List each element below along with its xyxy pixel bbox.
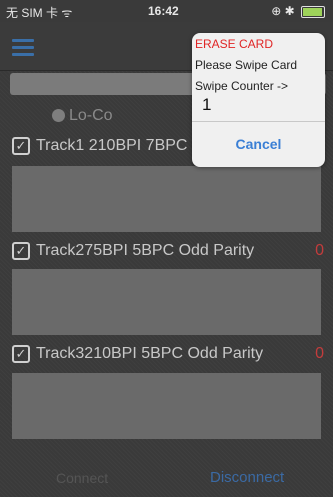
lo-co-radio[interactable]: Lo-Co: [52, 107, 113, 125]
cancel-button[interactable]: Cancel: [192, 122, 325, 167]
track1-label: Track1 210BPI 7BPC: [36, 137, 188, 155]
carrier-label: 无 SIM 卡 ᯤ: [6, 6, 73, 20]
lo-co-label: Lo-Co: [69, 107, 113, 124]
status-right-text: ⊕ ✱: [271, 4, 295, 18]
battery-icon: [301, 5, 325, 18]
checkbox-checked-icon: ✓: [12, 345, 30, 363]
status-icons: ⊕ ✱: [271, 4, 325, 18]
disconnect-button[interactable]: Disconnect: [210, 469, 284, 486]
track3-label: Track3210BPI 5BPC Odd Parity: [36, 345, 264, 363]
track2-count: 0: [315, 242, 324, 259]
hamburger-menu-icon[interactable]: [12, 39, 34, 56]
checkbox-checked-icon: ✓: [12, 242, 30, 260]
swipe-counter-label: Swipe Counter ->: [195, 79, 289, 93]
track2-data-field[interactable]: [12, 269, 321, 335]
track2-checkbox-row[interactable]: ✓ Track275BPI 5BPC Odd Parity: [12, 242, 254, 260]
dialog-message: Please Swipe Card: [195, 58, 298, 72]
status-bar: 无 SIM 卡 ᯤ 16:42 ⊕ ✱: [0, 0, 333, 22]
radio-icon: [52, 109, 65, 123]
track2-label: Track275BPI 5BPC Odd Parity: [36, 242, 255, 260]
swipe-counter-value: 1: [202, 95, 212, 114]
clock: 16:42: [148, 4, 179, 18]
track1-data-field[interactable]: [12, 166, 321, 232]
dialog-title: ERASE CARD: [195, 37, 274, 51]
checkbox-checked-icon: ✓: [12, 137, 30, 155]
track3-count: 0: [315, 345, 324, 362]
connect-button[interactable]: Connect: [56, 470, 108, 486]
track3-checkbox-row[interactable]: ✓ Track3210BPI 5BPC Odd Parity: [12, 345, 263, 363]
erase-card-dialog: ERASE CARD Please Swipe Card Swipe Count…: [192, 33, 325, 167]
track1-checkbox-row[interactable]: ✓ Track1 210BPI 7BPC: [12, 137, 187, 155]
track3-data-field[interactable]: [12, 373, 321, 439]
